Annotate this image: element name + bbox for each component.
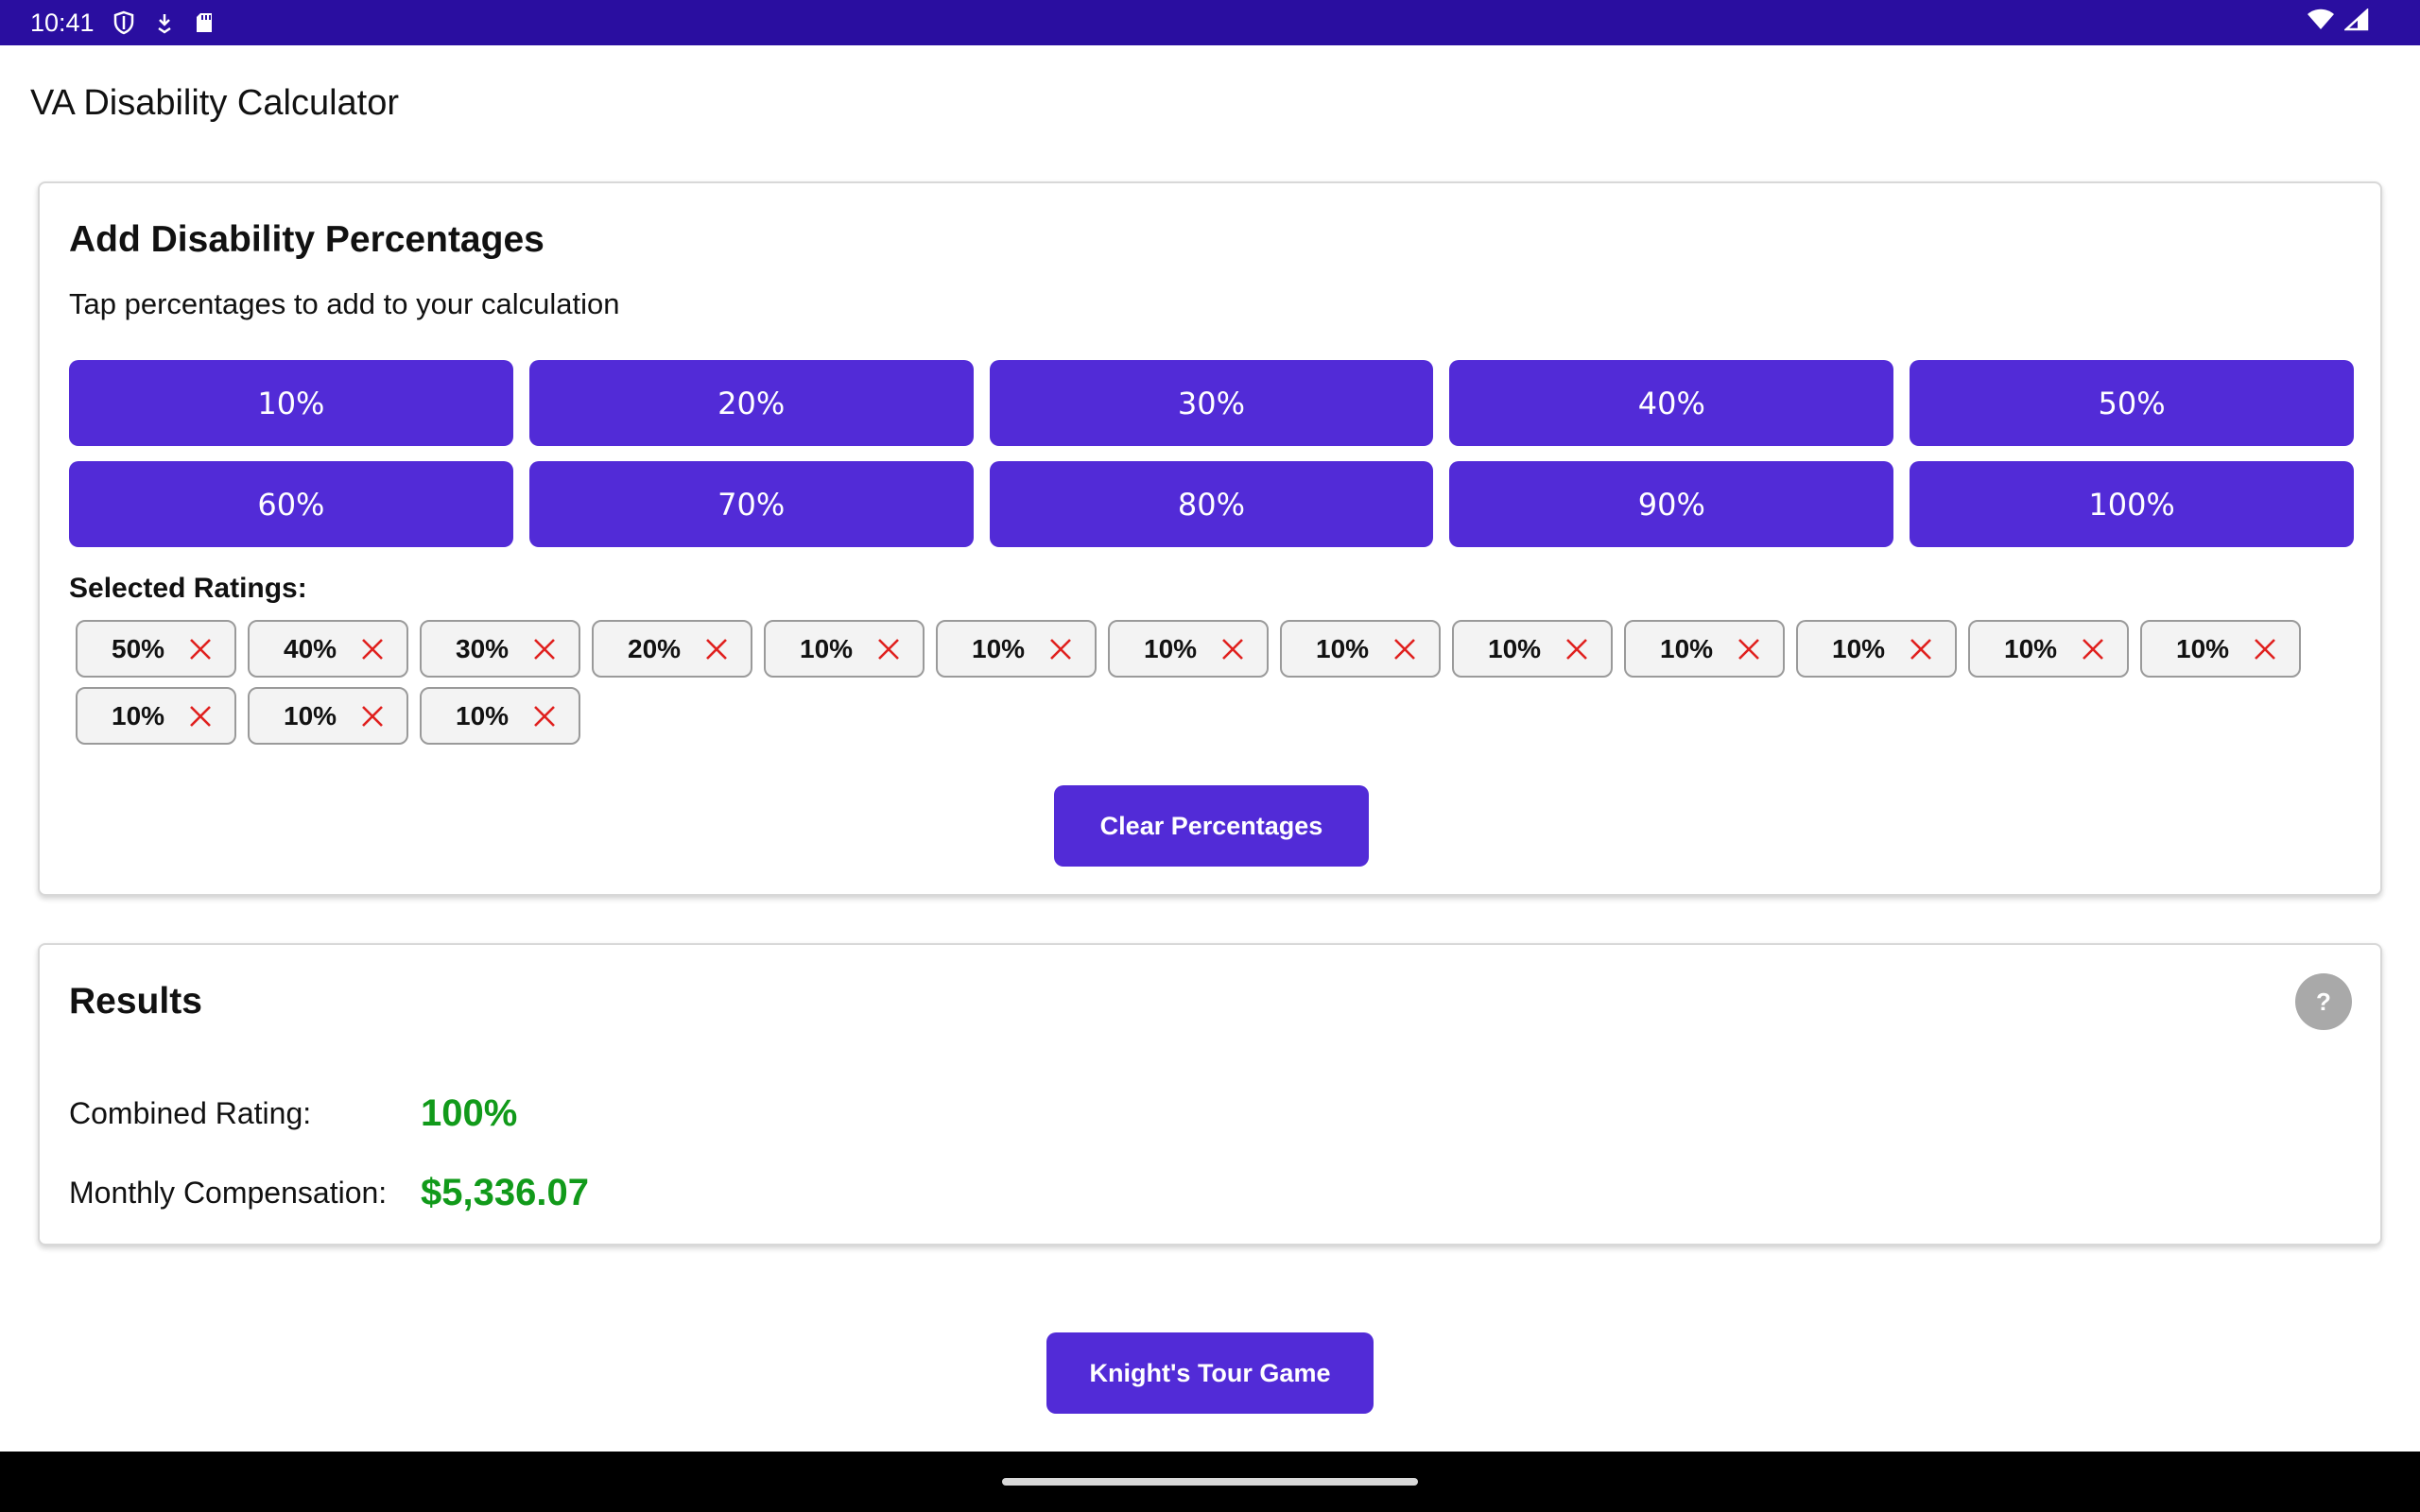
percent-button[interactable]: 60% xyxy=(69,461,513,547)
sd-card-icon xyxy=(195,11,214,34)
remove-icon[interactable] xyxy=(1219,636,1246,662)
rating-chip: 10% xyxy=(248,687,408,745)
percent-button[interactable]: 90% xyxy=(1449,461,1894,547)
remove-icon[interactable] xyxy=(359,703,386,730)
rating-chip-value: 10% xyxy=(284,700,337,730)
percentage-button-grid: 10% 20% 30% 40% 50% 60% 70% 80% 90% 100% xyxy=(69,360,2354,547)
remove-icon[interactable] xyxy=(2080,636,2106,662)
percent-button[interactable]: 10% xyxy=(69,360,513,446)
download-icon xyxy=(155,11,174,34)
results-card: Results ? Combined Rating: 100% Monthly … xyxy=(38,943,2382,1246)
rating-chip-value: 10% xyxy=(1832,633,1886,663)
status-bar: 10:41 xyxy=(0,0,2420,45)
percent-button[interactable]: 100% xyxy=(1910,461,2354,547)
remove-icon[interactable] xyxy=(359,636,386,662)
percent-button[interactable]: 40% xyxy=(1449,360,1894,446)
rating-chip-value: 10% xyxy=(1488,633,1542,663)
remove-icon[interactable] xyxy=(2252,636,2278,662)
rating-chip: 10% xyxy=(1452,620,1613,678)
percent-button[interactable]: 80% xyxy=(989,461,1434,547)
monthly-compensation-row: Monthly Compensation: $5,336.07 xyxy=(69,1172,589,1214)
add-card-title: Add Disability Percentages xyxy=(69,219,544,260)
rating-chip: 10% xyxy=(420,687,580,745)
rating-chip: 50% xyxy=(76,620,236,678)
rating-chip: 30% xyxy=(420,620,580,678)
remove-icon[interactable] xyxy=(531,636,558,662)
rating-chip-value: 10% xyxy=(1316,633,1370,663)
rating-chip-value: 10% xyxy=(112,700,165,730)
percent-button[interactable]: 20% xyxy=(528,360,974,446)
rating-chip: 10% xyxy=(764,620,925,678)
rating-chip: 10% xyxy=(1280,620,1441,678)
remove-icon[interactable] xyxy=(1564,636,1590,662)
remove-icon[interactable] xyxy=(1392,636,1418,662)
rating-chip-value: 10% xyxy=(456,700,510,730)
monthly-compensation-label: Monthly Compensation: xyxy=(69,1176,388,1210)
rating-chip-value: 10% xyxy=(2004,633,2058,663)
remove-icon[interactable] xyxy=(1047,636,1074,662)
selected-ratings-list: 50% 40% 30% 20% 10% 10% 10% 10% 10% 10% 10% 10% 10% 1… xyxy=(76,620,2363,745)
rating-chip: 10% xyxy=(76,687,236,745)
percent-button[interactable]: 70% xyxy=(528,461,974,547)
app-title: VA Disability Calculator xyxy=(30,83,400,123)
monthly-compensation-value: $5,336.07 xyxy=(421,1172,589,1213)
remove-icon[interactable] xyxy=(875,636,902,662)
rating-chip-value: 10% xyxy=(800,633,854,663)
rating-chip-value: 40% xyxy=(284,633,337,663)
rating-chip: 10% xyxy=(1796,620,1957,678)
rating-chip: 40% xyxy=(248,620,408,678)
rating-chip: 20% xyxy=(592,620,752,678)
remove-icon[interactable] xyxy=(703,636,730,662)
remove-icon[interactable] xyxy=(1736,636,1762,662)
signal-icon xyxy=(2342,7,2369,38)
knights-tour-game-button[interactable]: Knight's Tour Game xyxy=(1046,1332,1374,1414)
selected-ratings-label: Selected Ratings: xyxy=(69,573,307,604)
clear-percentages-button[interactable]: Clear Percentages xyxy=(1054,785,1369,867)
combined-rating-value: 100% xyxy=(421,1092,518,1134)
rating-chip-value: 50% xyxy=(112,633,165,663)
percent-button[interactable]: 50% xyxy=(1910,360,2354,446)
rating-chip-value: 10% xyxy=(972,633,1026,663)
combined-rating-row: Combined Rating: 100% xyxy=(69,1092,517,1135)
rating-chip-value: 10% xyxy=(1660,633,1714,663)
rating-chip: 10% xyxy=(936,620,1097,678)
add-percentages-card: Add Disability Percentages Tap percentag… xyxy=(38,181,2382,896)
rating-chip-value: 30% xyxy=(456,633,510,663)
percent-button[interactable]: 30% xyxy=(989,360,1434,446)
home-handle[interactable] xyxy=(1002,1478,1418,1486)
rating-chip: 10% xyxy=(1968,620,2129,678)
rating-chip-value: 10% xyxy=(2176,633,2230,663)
results-title: Results xyxy=(69,981,202,1022)
shield-icon xyxy=(113,10,134,35)
rating-chip: 10% xyxy=(1624,620,1785,678)
wifi-icon xyxy=(2307,9,2335,38)
rating-chip-value: 20% xyxy=(628,633,682,663)
navigation-bar xyxy=(0,1452,2420,1512)
remove-icon[interactable] xyxy=(531,703,558,730)
help-icon[interactable]: ? xyxy=(2295,973,2352,1030)
add-card-subtitle: Tap percentages to add to your calculati… xyxy=(69,287,620,320)
remove-icon[interactable] xyxy=(187,636,214,662)
rating-chip: 10% xyxy=(2140,620,2301,678)
remove-icon[interactable] xyxy=(187,703,214,730)
remove-icon[interactable] xyxy=(1908,636,1934,662)
rating-chip-value: 10% xyxy=(1144,633,1198,663)
rating-chip: 10% xyxy=(1108,620,1269,678)
status-time: 10:41 xyxy=(30,8,95,37)
combined-rating-label: Combined Rating: xyxy=(69,1096,312,1130)
